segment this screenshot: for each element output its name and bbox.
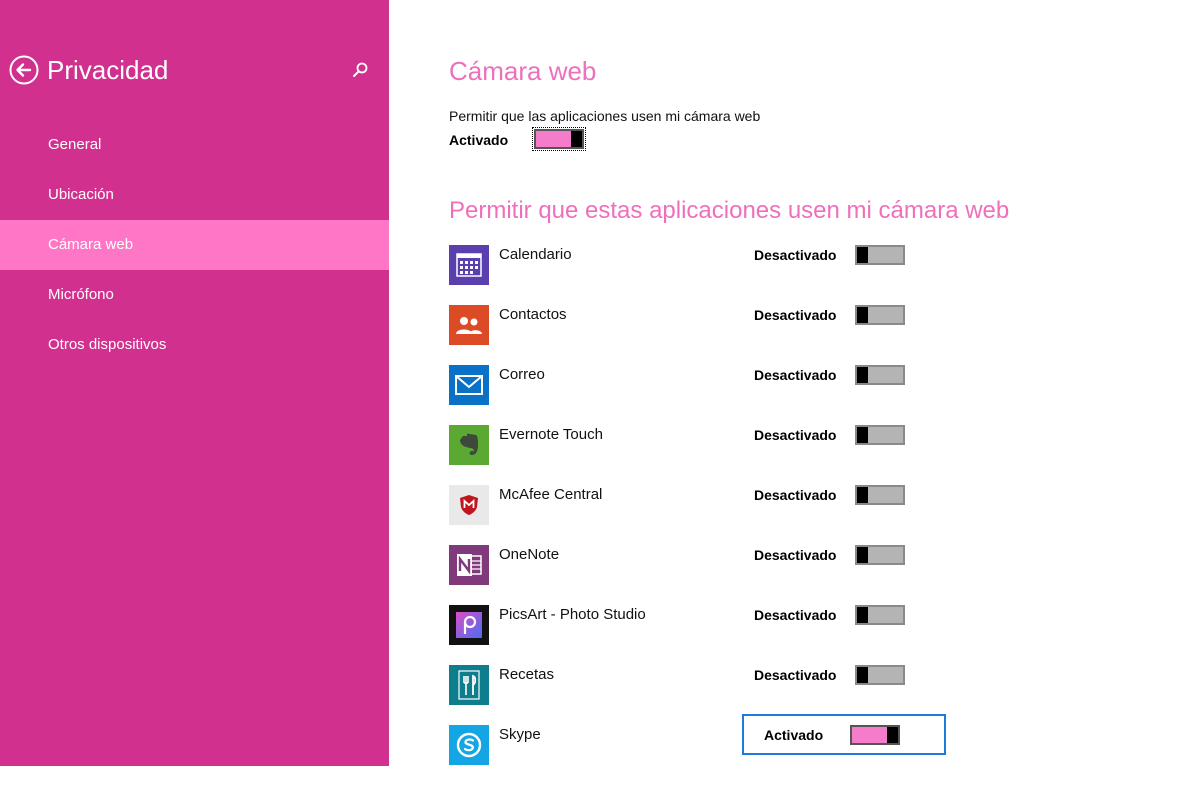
app-row-picsart: PicsArt - Photo Studio Desactivado [449, 605, 1149, 665]
app-toggle-evernote[interactable] [855, 425, 905, 445]
sidebar: Privacidad General Ubicación Cámara web … [0, 0, 389, 766]
app-row-skype: Skype Activado [449, 714, 1149, 785]
app-toggle-calendario[interactable] [855, 245, 905, 265]
mail-icon [449, 365, 489, 405]
sidebar-item-label: Micrófono [48, 286, 114, 303]
app-toggle-recetas[interactable] [855, 665, 905, 685]
evernote-icon [449, 425, 489, 465]
calendar-icon [449, 245, 489, 285]
app-name: Evernote Touch [499, 426, 603, 443]
master-toggle-state: Activado [449, 132, 509, 148]
app-name: PicsArt - Photo Studio [499, 606, 646, 623]
page-title: Privacidad [47, 55, 169, 85]
sidebar-item-ubicacion[interactable]: Ubicación [0, 170, 389, 220]
app-toggle-state: Desactivado [754, 667, 837, 683]
app-toggle-state: Activado [764, 727, 824, 743]
sidebar-item-label: Cámara web [48, 236, 134, 253]
picsart-icon [449, 605, 489, 645]
app-row-mcafee: McAfee Central Desactivado [449, 485, 1149, 545]
sidebar-item-microfono[interactable]: Micrófono [0, 270, 389, 320]
app-row-contactos: Contactos Desactivado [449, 305, 1149, 365]
app-name: Recetas [499, 666, 555, 683]
skype-icon [449, 725, 489, 765]
search-icon[interactable] [350, 60, 370, 80]
app-toggle-skype[interactable] [850, 725, 900, 745]
app-name: OneNote [499, 546, 560, 563]
app-name: Contactos [499, 306, 567, 323]
app-toggle-state: Desactivado [754, 547, 837, 563]
sidebar-item-general[interactable]: General [0, 120, 389, 170]
app-toggle-mcafee[interactable] [855, 485, 905, 505]
app-toggle-state: Desactivado [754, 367, 837, 383]
main-content: Cámara web Permitir que las aplicaciones… [389, 0, 1190, 766]
app-toggle-state: Desactivado [754, 427, 837, 443]
mcafee-icon [449, 485, 489, 525]
app-toggle-picsart[interactable] [855, 605, 905, 625]
people-icon [449, 305, 489, 345]
sidebar-item-label: General [48, 136, 102, 153]
sidebar-item-label: Otros dispositivos [48, 336, 167, 353]
master-toggle[interactable] [534, 129, 584, 149]
app-row-calendario: Calendario Desactivado [449, 245, 1149, 305]
sidebar-item-otros-dispositivos[interactable]: Otros dispositivos [0, 320, 389, 370]
master-toggle-description: Permitir que las aplicaciones usen mi cá… [449, 108, 761, 124]
app-toggle-onenote[interactable] [855, 545, 905, 565]
sidebar-item-camara-web[interactable]: Cámara web [0, 220, 389, 270]
focus-highlight: Activado [742, 714, 946, 755]
app-name: McAfee Central [499, 486, 603, 503]
app-row-correo: Correo Desactivado [449, 365, 1149, 425]
app-toggle-state: Desactivado [754, 307, 837, 323]
fork-knife-icon [449, 665, 489, 705]
app-toggle-state: Desactivado [754, 607, 837, 623]
section-heading: Cámara web [449, 56, 597, 86]
app-row-evernote: Evernote Touch Desactivado [449, 425, 1149, 485]
app-row-onenote: OneNote Desactivado [449, 545, 1149, 605]
app-name: Calendario [499, 246, 572, 263]
app-toggle-state: Desactivado [754, 247, 837, 263]
app-toggle-contactos[interactable] [855, 305, 905, 325]
onenote-icon [449, 545, 489, 585]
apps-section-heading: Permitir que estas aplicaciones usen mi … [449, 197, 1010, 224]
app-name: Skype [499, 726, 541, 743]
app-toggle-state: Desactivado [754, 487, 837, 503]
master-toggle-focus [532, 127, 586, 151]
app-toggle-correo[interactable] [855, 365, 905, 385]
app-name: Correo [499, 366, 545, 383]
back-arrow-icon[interactable] [9, 55, 39, 85]
sidebar-item-label: Ubicación [48, 186, 114, 203]
